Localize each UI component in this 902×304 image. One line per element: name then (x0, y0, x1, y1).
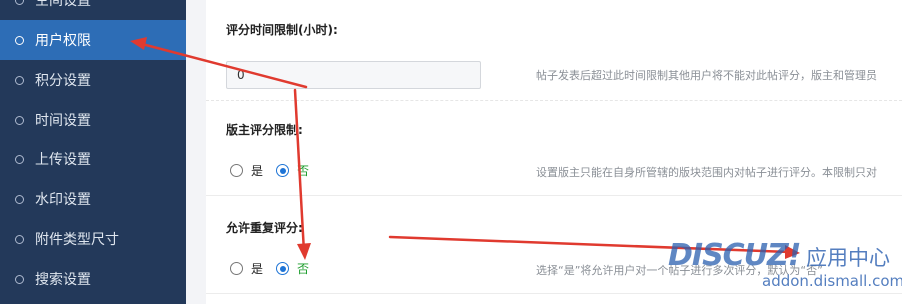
circle-bullet-icon (15, 154, 24, 164)
sidebar-item-time-settings[interactable]: 时间设置 (0, 100, 186, 140)
sidebar-item-attachment-types[interactable]: 附件类型尺寸 (0, 219, 186, 259)
sidebar-item-label: 上传设置 (35, 152, 91, 168)
sidebar-item-label: 水印设置 (35, 192, 91, 208)
sidebar-item-label: 用户权限 (35, 33, 91, 49)
rating-time-limit-description: 帖子发表后超过此时间限制其他用户将不能对此帖评分，版主和管理员 (536, 69, 877, 82)
watermark-url: addon.dismall.com (762, 272, 902, 290)
rating-time-limit-input[interactable] (226, 61, 481, 89)
circle-bullet-icon (15, 75, 24, 85)
moderator-rating-limit-description: 设置版主只能在自身所管辖的版块范围内对帖子进行评分。本限制只对 (536, 166, 877, 179)
moderator-rating-limit-label: 版主评分限制: (226, 123, 303, 137)
allow-repeat-rating-label: 允许重复评分: (226, 221, 303, 235)
circle-bullet-icon (15, 0, 24, 5)
circle-bullet-icon (15, 234, 24, 244)
radio-label: 是 (251, 262, 264, 276)
sidebar-item-label: 附件类型尺寸 (35, 232, 119, 248)
radio-label: 否 (297, 262, 310, 276)
content-gutter (186, 0, 206, 304)
watermark-tagline: 应用中心 (806, 246, 890, 270)
sidebar-nav: 空间设置 用户权限 积分设置 时间设置 上传设置 水印设置 附件类型尺寸 搜索设… (0, 0, 186, 304)
sidebar-item-upload-settings[interactable]: 上传设置 (0, 139, 186, 179)
divider (206, 100, 902, 101)
sidebar-item-space-settings[interactable]: 空间设置 (0, 0, 186, 20)
sidebar-item-label: 空间设置 (35, 0, 91, 9)
moderator-rating-limit-no-radio[interactable]: 否 (276, 162, 309, 179)
allow-repeat-rating-no-radio[interactable]: 否 (276, 260, 309, 277)
sidebar-item-user-permissions[interactable]: 用户权限 (0, 20, 186, 60)
sidebar-item-label: 积分设置 (35, 73, 91, 89)
watermark-logo: DISCUZ! (668, 238, 801, 273)
moderator-rating-limit-yes-radio[interactable]: 是 (230, 162, 263, 179)
radio-circle-icon (230, 164, 243, 177)
circle-bullet-icon (15, 35, 24, 45)
circle-bullet-icon (15, 194, 24, 204)
radio-checked-icon (276, 164, 289, 177)
radio-circle-icon (230, 262, 243, 275)
sidebar-item-label: 搜索设置 (35, 272, 91, 288)
rating-time-limit-label: 评分时间限制(小时): (226, 23, 338, 37)
sidebar-item-search-settings[interactable]: 搜索设置 (0, 259, 186, 299)
watermark: DISCUZ! 应用中心 addon.dismall.com (660, 238, 902, 300)
radio-label: 否 (297, 164, 310, 178)
divider (206, 195, 902, 196)
allow-repeat-rating-yes-radio[interactable]: 是 (230, 260, 263, 277)
circle-bullet-icon (15, 274, 24, 284)
sidebar-item-points-settings[interactable]: 积分设置 (0, 60, 186, 100)
sidebar-item-watermark-settings[interactable]: 水印设置 (0, 179, 186, 219)
radio-label: 是 (251, 164, 264, 178)
circle-bullet-icon (15, 115, 24, 125)
radio-checked-icon (276, 262, 289, 275)
sidebar-item-label: 时间设置 (35, 113, 91, 129)
